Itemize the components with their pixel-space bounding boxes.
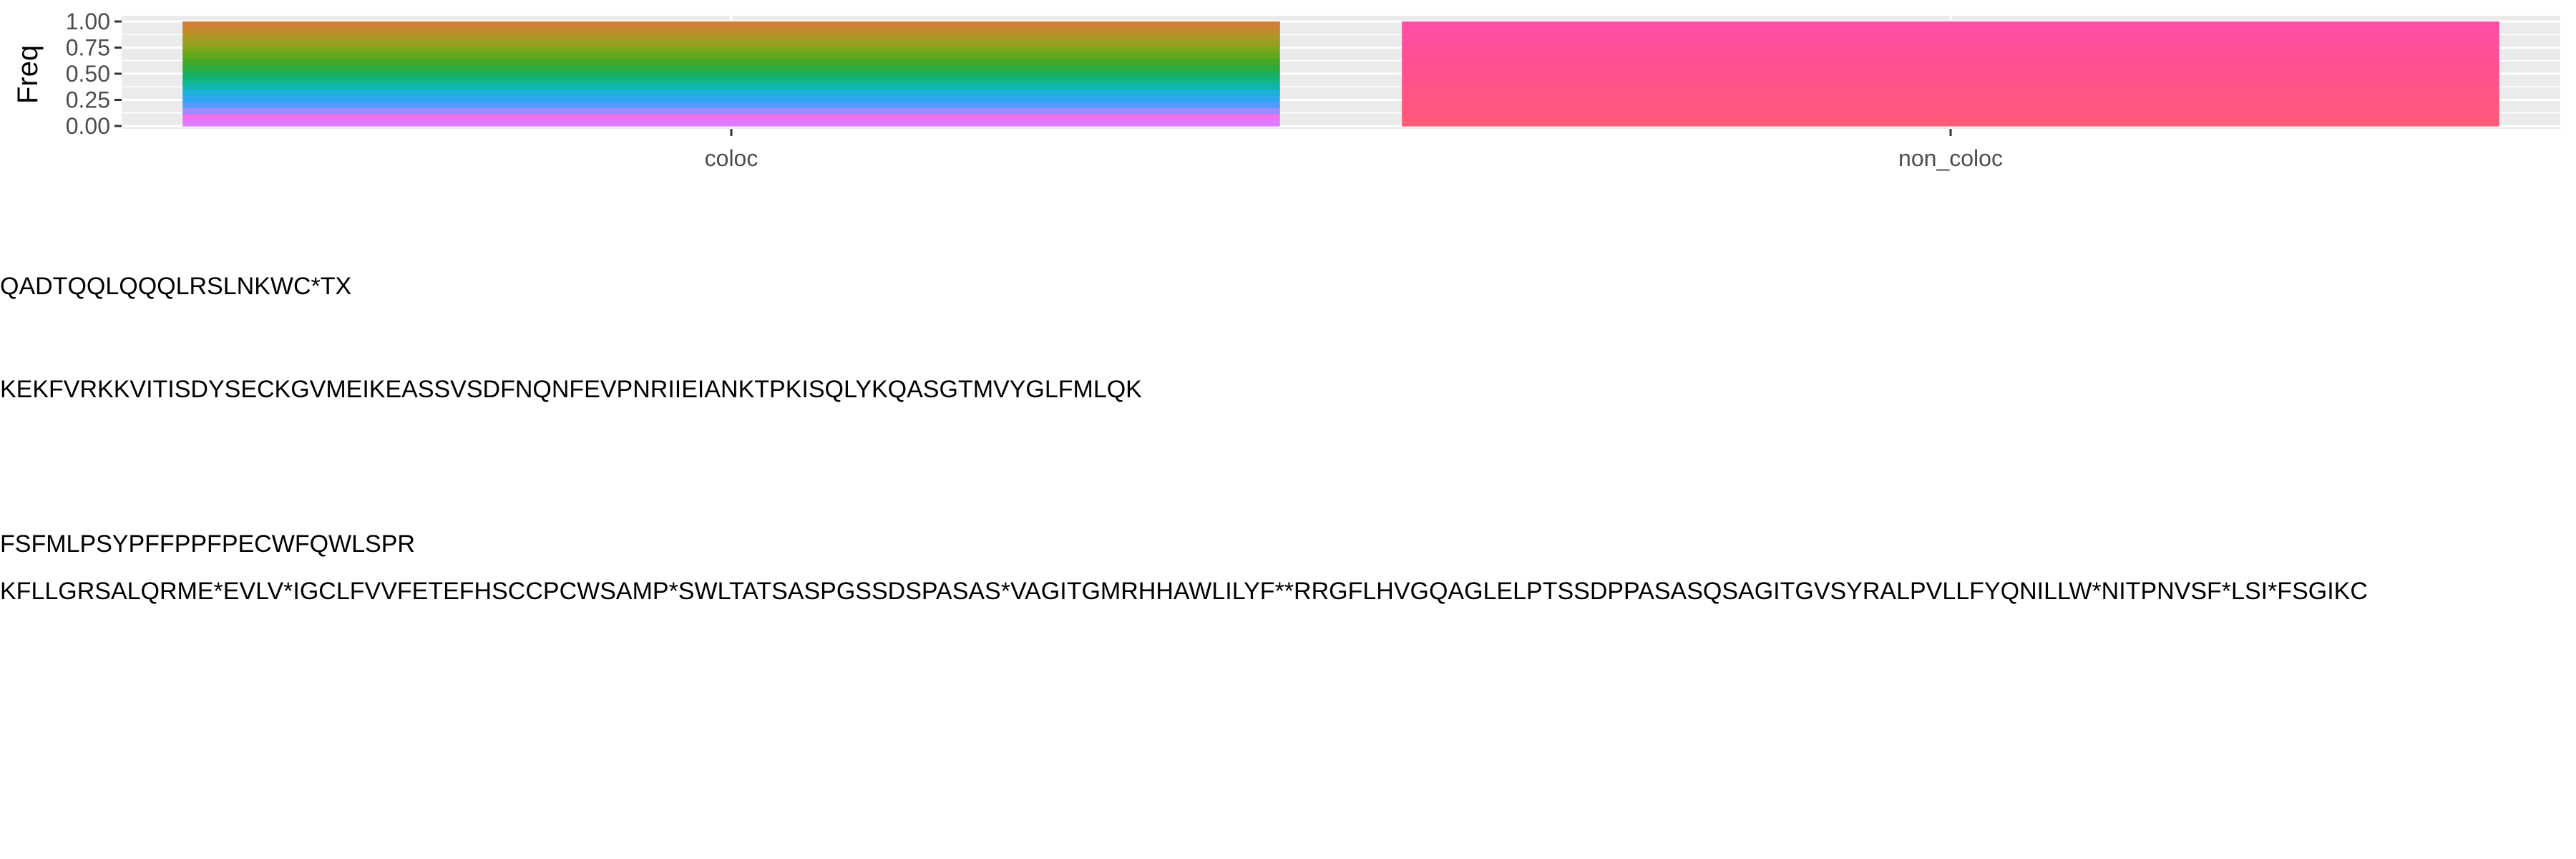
bar-segment — [1402, 31, 2499, 43]
bar-segment — [182, 101, 1280, 108]
bar-segment — [182, 64, 1280, 72]
bar-segment — [182, 34, 1280, 41]
bar-segment — [182, 58, 1280, 65]
y-tick-label: 1.00 — [66, 9, 110, 34]
bar-segment — [182, 27, 1280, 34]
bar-segment — [182, 120, 1280, 127]
y-tick-label: 0.75 — [66, 35, 110, 61]
bar-segment — [182, 21, 1280, 29]
bar-segment — [1402, 115, 2499, 127]
bar-segment — [182, 39, 1280, 47]
bar-segment — [1402, 21, 2499, 33]
stacked-bar-chart: 0.000.250.500.751.00 coloc non_coloc Freq — [12, 9, 2560, 171]
bar-segment — [1402, 52, 2499, 64]
bar-segment — [182, 113, 1280, 121]
bar-segment — [1402, 42, 2499, 54]
y-axis: 0.000.250.500.751.00 — [66, 9, 122, 139]
bar-segment — [1402, 63, 2499, 74]
bar-segment — [182, 46, 1280, 53]
sequence-text-4: KFLLGRSALQRME*EVLV*IGCLFVVFETEFHSCCPCWSA… — [0, 578, 2368, 605]
bar-segment — [1402, 94, 2499, 106]
y-axis-title: Freq — [12, 45, 44, 104]
x-axis: coloc non_coloc — [705, 129, 2003, 171]
sequence-text-3: FSFMLPSYPFFPPFPECWFQWLSPR — [0, 530, 415, 558]
bar-segment — [182, 52, 1280, 59]
bar-segment — [182, 70, 1280, 77]
x-tick-label: coloc — [705, 145, 758, 171]
sequence-text-1: QADTQQLQQQLRSLNKWC*TX — [0, 273, 352, 300]
bar-segment — [1402, 105, 2499, 116]
bar-segment — [1402, 74, 2499, 85]
bar-segment — [182, 107, 1280, 115]
bar-segment — [182, 89, 1280, 96]
bar-segment — [182, 95, 1280, 102]
x-tick-label: non_coloc — [1898, 145, 2003, 171]
bar-segment — [1402, 84, 2499, 95]
sequence-text-2: KEKFVRKKVITISDYSECKGVMEIKEASSVSDFNQNFEVP… — [0, 376, 1142, 403]
y-tick-label: 0.00 — [66, 113, 110, 139]
y-tick-label: 0.50 — [66, 61, 110, 87]
bar-segment — [182, 82, 1280, 90]
y-tick-label: 0.25 — [66, 87, 110, 113]
bar-segment — [182, 77, 1280, 84]
